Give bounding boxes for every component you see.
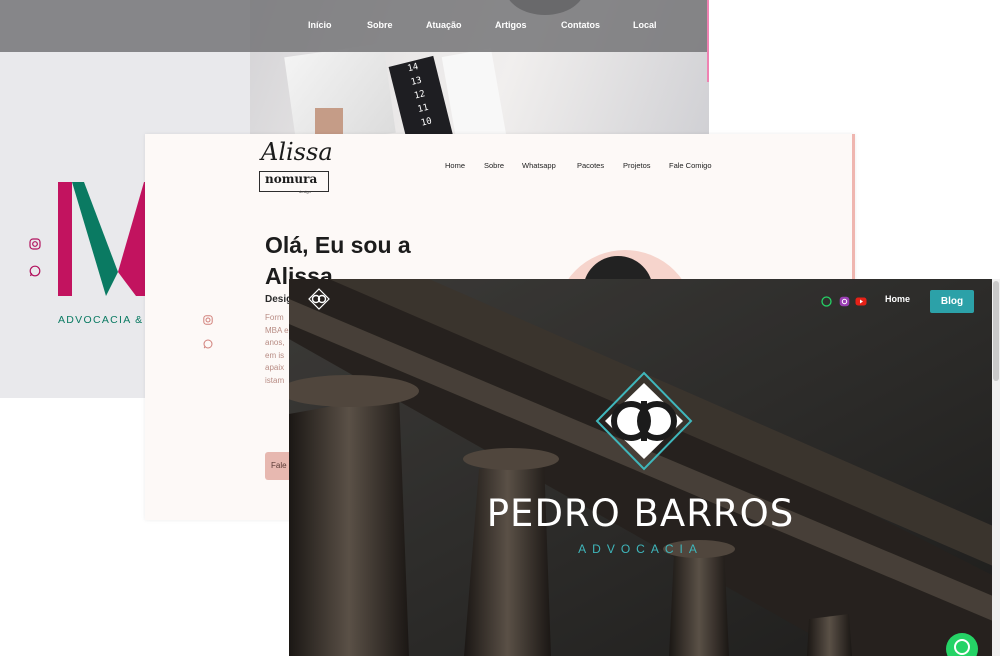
instagram-icon[interactable] [203, 315, 213, 325]
nav-inicio[interactable]: Início [308, 20, 332, 30]
pb-logo-small[interactable] [308, 288, 330, 310]
nav-local[interactable]: Local [633, 20, 657, 30]
scrollbar[interactable] [992, 279, 1000, 656]
nav-home[interactable]: Home [885, 294, 910, 304]
logo-name: Alissa [261, 138, 333, 166]
nav-home[interactable]: Home [445, 161, 465, 170]
instagram-icon[interactable] [839, 296, 850, 307]
logo-tagline: design [299, 189, 311, 194]
logo-subname: nomura [265, 172, 318, 186]
nav-sobre[interactable]: Sobre [367, 20, 393, 30]
brand-subtitle: ADVOCACIA [578, 542, 703, 556]
youtube-icon[interactable] [855, 296, 867, 307]
nav-pacotes[interactable]: Pacotes [577, 161, 604, 170]
scroll-indicator [707, 0, 709, 82]
whatsapp-icon [954, 639, 970, 655]
whatsapp-icon[interactable] [203, 339, 213, 349]
nav-whatsapp[interactable]: Whatsapp [522, 161, 556, 170]
brand-title: PEDRO BARROS [486, 492, 795, 535]
nav-blog-button[interactable]: Blog [930, 290, 974, 313]
whatsapp-icon[interactable] [821, 296, 832, 307]
nav-sobre[interactable]: Sobre [484, 161, 504, 170]
back-nav-bar: Início Sobre Atuação Artigos Contatos Lo… [0, 0, 709, 52]
ma-logo [58, 182, 148, 296]
instagram-icon[interactable] [29, 238, 41, 250]
nav-projetos[interactable]: Projetos [623, 161, 651, 170]
whatsapp-icon[interactable] [29, 265, 41, 277]
scroll-indicator [852, 134, 855, 294]
nav-artigos[interactable]: Artigos [495, 20, 527, 30]
nav-atuacao[interactable]: Atuação [426, 20, 462, 30]
ma-logo-text: ADVOCACIA & [58, 314, 144, 326]
front-site-screenshot: Home Blog PEDRO BARROS ADVOCACIA [289, 279, 1000, 656]
hero-line-1: Olá, Eu sou a [265, 232, 411, 258]
nav-contatos[interactable]: Contatos [561, 20, 600, 30]
alissa-logo[interactable]: Alissa nomura design [251, 138, 335, 195]
scrollbar-thumb[interactable] [993, 281, 999, 381]
pb-logo [595, 371, 693, 471]
nav-fale-comigo[interactable]: Fale Comigo [669, 161, 712, 170]
